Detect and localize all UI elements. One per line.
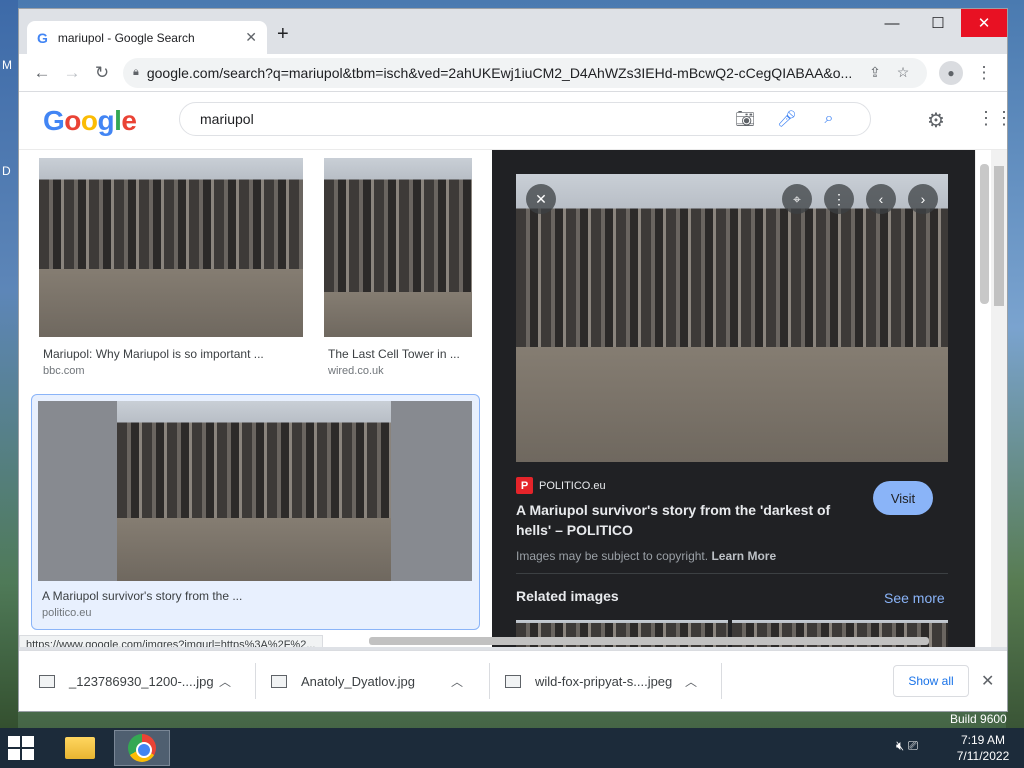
download-item[interactable]: _123786930_1200-....jpg ︿ — [39, 663, 231, 699]
desktop-right-edge — [1006, 0, 1024, 728]
menu-dots-icon[interactable]: ⋮ — [969, 63, 999, 83]
download-item[interactable]: wild-fox-pripyat-s....jpeg ︿ — [505, 663, 697, 699]
desktop-left-edge — [0, 0, 18, 728]
chrome-taskbar-icon[interactable] — [114, 730, 170, 766]
publisher[interactable]: P POLITICO.eu — [516, 477, 606, 494]
settings-gear-icon[interactable]: ⚙ — [927, 108, 945, 133]
build-watermark: Build 9600 — [950, 712, 1007, 726]
bookmark-star-icon[interactable]: ☆ — [889, 64, 917, 81]
address-bar[interactable]: 🔒︎ google.com/search?q=mariupol&tbm=isch… — [123, 57, 927, 88]
learn-more-link[interactable]: Learn More — [711, 549, 776, 563]
result-source: bbc.com — [43, 365, 85, 377]
browser-window: G mariupol - Google Search ✕ + — ☐ ✕ ← →… — [18, 8, 1008, 712]
google-logo[interactable]: Google — [43, 105, 137, 137]
search-icon[interactable]: ⌕ — [808, 110, 850, 128]
image-results: Mariupol: Why Mariupol is so important .… — [19, 150, 491, 647]
desktop-icon-label: M — [2, 58, 12, 72]
chevron-up-icon[interactable]: ︿ — [451, 673, 463, 690]
system-clock[interactable]: 7:19 AM 7/11/2022 — [950, 732, 1016, 764]
lock-icon: 🔒︎ — [133, 66, 139, 78]
download-bar: _123786930_1200-....jpg ︿ Anatoly_Dyatlo… — [19, 650, 1007, 711]
volume-muted-icon[interactable]: 🔇︎ ⎚ — [896, 738, 918, 754]
divider — [516, 573, 948, 574]
related-images-heading: Related images — [516, 588, 619, 604]
tab-active[interactable]: G mariupol - Google Search ✕ — [27, 21, 267, 54]
download-filename: wild-fox-pripyat-s....jpeg — [535, 673, 673, 689]
camera-icon[interactable]: 📷︎ — [724, 109, 766, 129]
visit-button[interactable]: Visit — [873, 481, 933, 515]
back-arrow-icon[interactable]: ← — [27, 63, 57, 83]
result-source: wired.co.uk — [328, 365, 384, 377]
reload-icon[interactable]: ↻ — [87, 63, 117, 83]
status-bar: https://www.google.com/imgres?imgurl=htt… — [19, 635, 323, 647]
politico-logo-icon: P — [516, 477, 533, 494]
file-explorer-icon[interactable] — [52, 730, 108, 766]
chevron-up-icon[interactable]: ︿ — [219, 673, 231, 690]
result-caption[interactable]: Mariupol: Why Mariupol is so important .… — [43, 347, 264, 361]
close-preview-icon[interactable]: ✕ — [526, 184, 556, 214]
previous-icon[interactable]: ‹ — [866, 184, 896, 214]
result-source: politico.eu — [42, 607, 92, 619]
horizontal-scrollbar[interactable] — [369, 637, 929, 645]
search-box[interactable]: mariupol 📷︎ 🎤︎ ⌕ — [179, 102, 871, 136]
next-icon[interactable]: › — [908, 184, 938, 214]
chevron-up-icon[interactable]: ︿ — [685, 673, 697, 690]
preview-image[interactable] — [516, 174, 948, 462]
tab-title: mariupol - Google Search — [57, 30, 195, 45]
browser-toolbar: ← → ↻ 🔒︎ google.com/search?q=mariupol&tb… — [19, 54, 1007, 92]
close-download-bar-icon[interactable]: ✕ — [981, 671, 994, 691]
minimize-button[interactable]: — — [869, 9, 915, 37]
desktop-icon-label: D — [2, 164, 11, 178]
close-window-button[interactable]: ✕ — [961, 9, 1007, 37]
web-page: Google mariupol 📷︎ 🎤︎ ⌕ ⚙ ⋮⋮ Mariupol: W… — [19, 92, 1007, 647]
result-caption[interactable]: A Mariupol survivor's story from the ... — [42, 589, 242, 603]
more-options-icon[interactable]: ⋮ — [824, 184, 854, 214]
forward-arrow-icon[interactable]: → — [57, 63, 87, 83]
result-thumbnail-wired[interactable] — [324, 158, 472, 337]
new-tab-button[interactable]: + — [277, 23, 289, 46]
taskbar: 🔇︎ ⎚ 7:19 AM 7/11/2022 — [0, 728, 1024, 768]
publisher-name: POLITICO.eu — [539, 479, 606, 492]
page-scrollbar[interactable] — [991, 150, 1007, 647]
copyright-notice: Images may be subject to copyright. Lear… — [516, 549, 777, 563]
apps-grid-icon[interactable]: ⋮⋮ — [977, 108, 1007, 129]
google-favicon-icon: G — [37, 29, 48, 46]
title-bar: G mariupol - Google Search ✕ + — ☐ ✕ — [19, 9, 1007, 54]
maximize-button[interactable]: ☐ — [915, 9, 961, 37]
url-text[interactable]: google.com/search?q=mariupol&tbm=isch&ve… — [147, 65, 861, 81]
tab-close-icon[interactable]: ✕ — [245, 29, 257, 46]
download-filename: _123786930_1200-....jpg — [69, 673, 214, 689]
share-icon[interactable]: ⇪ — [861, 64, 889, 81]
download-filename: Anatoly_Dyatlov.jpg — [301, 673, 415, 689]
result-caption[interactable]: The Last Cell Tower in ... — [328, 347, 460, 361]
panel-scrollbar[interactable] — [975, 150, 991, 647]
preview-title[interactable]: A Mariupol survivor's story from the 'da… — [516, 500, 856, 540]
lens-search-icon[interactable]: ⌖ — [782, 184, 812, 214]
preview-panel: ✕ ⌖ ⋮ ‹ › P POLITICO.eu A Mariupol survi… — [492, 150, 975, 647]
clock-time: 7:19 AM — [960, 733, 1006, 747]
show-all-button[interactable]: Show all — [893, 665, 969, 697]
search-input[interactable]: mariupol — [200, 111, 724, 127]
result-thumbnail-bbc[interactable] — [39, 158, 303, 337]
google-header: Google mariupol 📷︎ 🎤︎ ⌕ ⚙ ⋮⋮ — [19, 92, 1007, 150]
microphone-icon[interactable]: 🎤︎ — [766, 109, 808, 129]
result-card-selected[interactable]: A Mariupol survivor's story from the ...… — [31, 394, 480, 630]
clock-date: 7/11/2022 — [956, 749, 1010, 763]
image-file-icon — [271, 674, 287, 688]
result-thumbnail-politico[interactable] — [117, 401, 391, 581]
image-file-icon — [505, 674, 521, 688]
windows-start-icon[interactable] — [8, 736, 36, 760]
download-item[interactable]: Anatoly_Dyatlov.jpg ︿ — [271, 663, 463, 699]
profile-avatar-icon[interactable]: ● — [939, 60, 963, 85]
see-more-link[interactable]: See more — [884, 590, 945, 606]
image-file-icon — [39, 674, 55, 688]
